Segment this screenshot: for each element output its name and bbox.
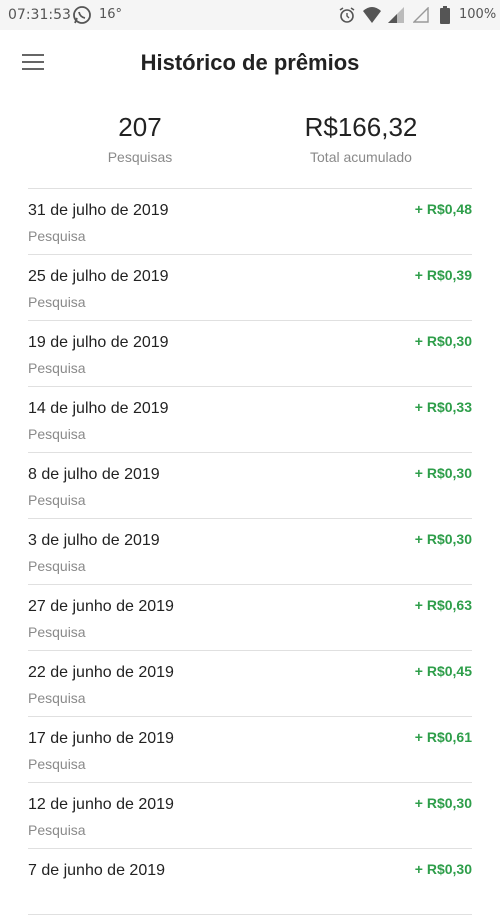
reward-amount: + R$0,61 xyxy=(414,729,472,745)
list-item[interactable]: 19 de julho de 2019 Pesquisa + R$0,30 xyxy=(28,321,472,387)
list-item[interactable]: 7 de junho de 2019 + R$0,30 xyxy=(28,849,472,915)
reward-amount: + R$0,63 xyxy=(414,597,472,613)
page-title: Histórico de prêmios xyxy=(140,50,360,75)
reward-date: 12 de junho de 2019 xyxy=(28,796,174,813)
list-item[interactable]: 3 de julho de 2019 Pesquisa + R$0,30 xyxy=(28,519,472,585)
reward-date: 17 de junho de 2019 xyxy=(28,730,174,747)
reward-date: 14 de julho de 2019 xyxy=(28,400,169,417)
reward-amount: + R$0,39 xyxy=(414,267,472,283)
list-item[interactable]: 25 de julho de 2019 Pesquisa + R$0,39 xyxy=(28,255,472,321)
reward-date: 31 de julho de 2019 xyxy=(28,202,169,219)
reward-amount: + R$0,30 xyxy=(414,795,472,811)
total-amount: R$166,32 xyxy=(304,112,418,142)
status-battery-percent: 100% xyxy=(459,7,497,22)
reward-type: Pesquisa xyxy=(28,426,86,442)
list-item[interactable]: 31 de julho de 2019 Pesquisa + R$0,48 xyxy=(28,189,472,255)
reward-type: Pesquisa xyxy=(28,558,86,574)
wifi-icon xyxy=(363,7,381,23)
reward-date: 27 de junho de 2019 xyxy=(28,598,174,615)
total-label: Total acumulado xyxy=(310,149,412,165)
list-item[interactable]: 22 de junho de 2019 Pesquisa + R$0,45 xyxy=(28,651,472,717)
list-item[interactable]: 17 de junho de 2019 Pesquisa + R$0,61 xyxy=(28,717,472,783)
reward-date: 19 de julho de 2019 xyxy=(28,334,169,351)
status-bar: 07:31:53 16° 100% xyxy=(0,0,500,30)
reward-amount: + R$0,30 xyxy=(414,531,472,547)
list-item[interactable]: 8 de julho de 2019 Pesquisa + R$0,30 xyxy=(28,453,472,519)
status-temperature: 16° xyxy=(99,7,123,22)
reward-type: Pesquisa xyxy=(28,690,86,706)
list-item[interactable]: 14 de julho de 2019 Pesquisa + R$0,33 xyxy=(28,387,472,453)
surveys-label: Pesquisas xyxy=(107,149,173,165)
battery-icon xyxy=(440,6,450,24)
reward-type: Pesquisa xyxy=(28,822,86,838)
reward-date: 3 de julho de 2019 xyxy=(28,532,160,549)
reward-amount: + R$0,30 xyxy=(414,861,472,877)
whatsapp-icon xyxy=(73,6,91,24)
summary: 207 Pesquisas R$166,32 Total acumulado xyxy=(28,112,472,182)
total-stat: R$166,32 Total acumulado xyxy=(261,112,461,165)
reward-date: 22 de junho de 2019 xyxy=(28,664,174,681)
status-time: 07:31:53 xyxy=(8,7,71,23)
reward-type: Pesquisa xyxy=(28,624,86,640)
reward-date: 7 de junho de 2019 xyxy=(28,862,166,879)
reward-type: Pesquisa xyxy=(28,360,86,376)
reward-date: 8 de julho de 2019 xyxy=(28,466,160,483)
reward-amount: + R$0,30 xyxy=(414,333,472,349)
reward-amount: + R$0,45 xyxy=(414,663,472,679)
reward-type: Pesquisa xyxy=(28,492,86,508)
reward-amount: + R$0,33 xyxy=(414,399,472,415)
reward-type: Pesquisa xyxy=(28,228,86,244)
surveys-count: 207 xyxy=(118,112,162,142)
list-item[interactable]: 27 de junho de 2019 Pesquisa + R$0,63 xyxy=(28,585,472,651)
rewards-list: 31 de julho de 2019 Pesquisa + R$0,48 25… xyxy=(28,189,472,915)
reward-amount: + R$0,48 xyxy=(414,201,472,217)
reward-date: 25 de julho de 2019 xyxy=(28,268,169,285)
reward-type: Pesquisa xyxy=(28,756,86,772)
reward-amount: + R$0,30 xyxy=(414,465,472,481)
signal-icon xyxy=(388,7,404,23)
surveys-stat: 207 Pesquisas xyxy=(40,112,240,165)
alarm-icon xyxy=(339,7,355,23)
app-bar: Histórico de prêmios xyxy=(0,30,500,94)
list-item[interactable]: 12 de junho de 2019 Pesquisa + R$0,30 xyxy=(28,783,472,849)
signal-icon xyxy=(413,7,429,23)
reward-type: Pesquisa xyxy=(28,294,86,310)
